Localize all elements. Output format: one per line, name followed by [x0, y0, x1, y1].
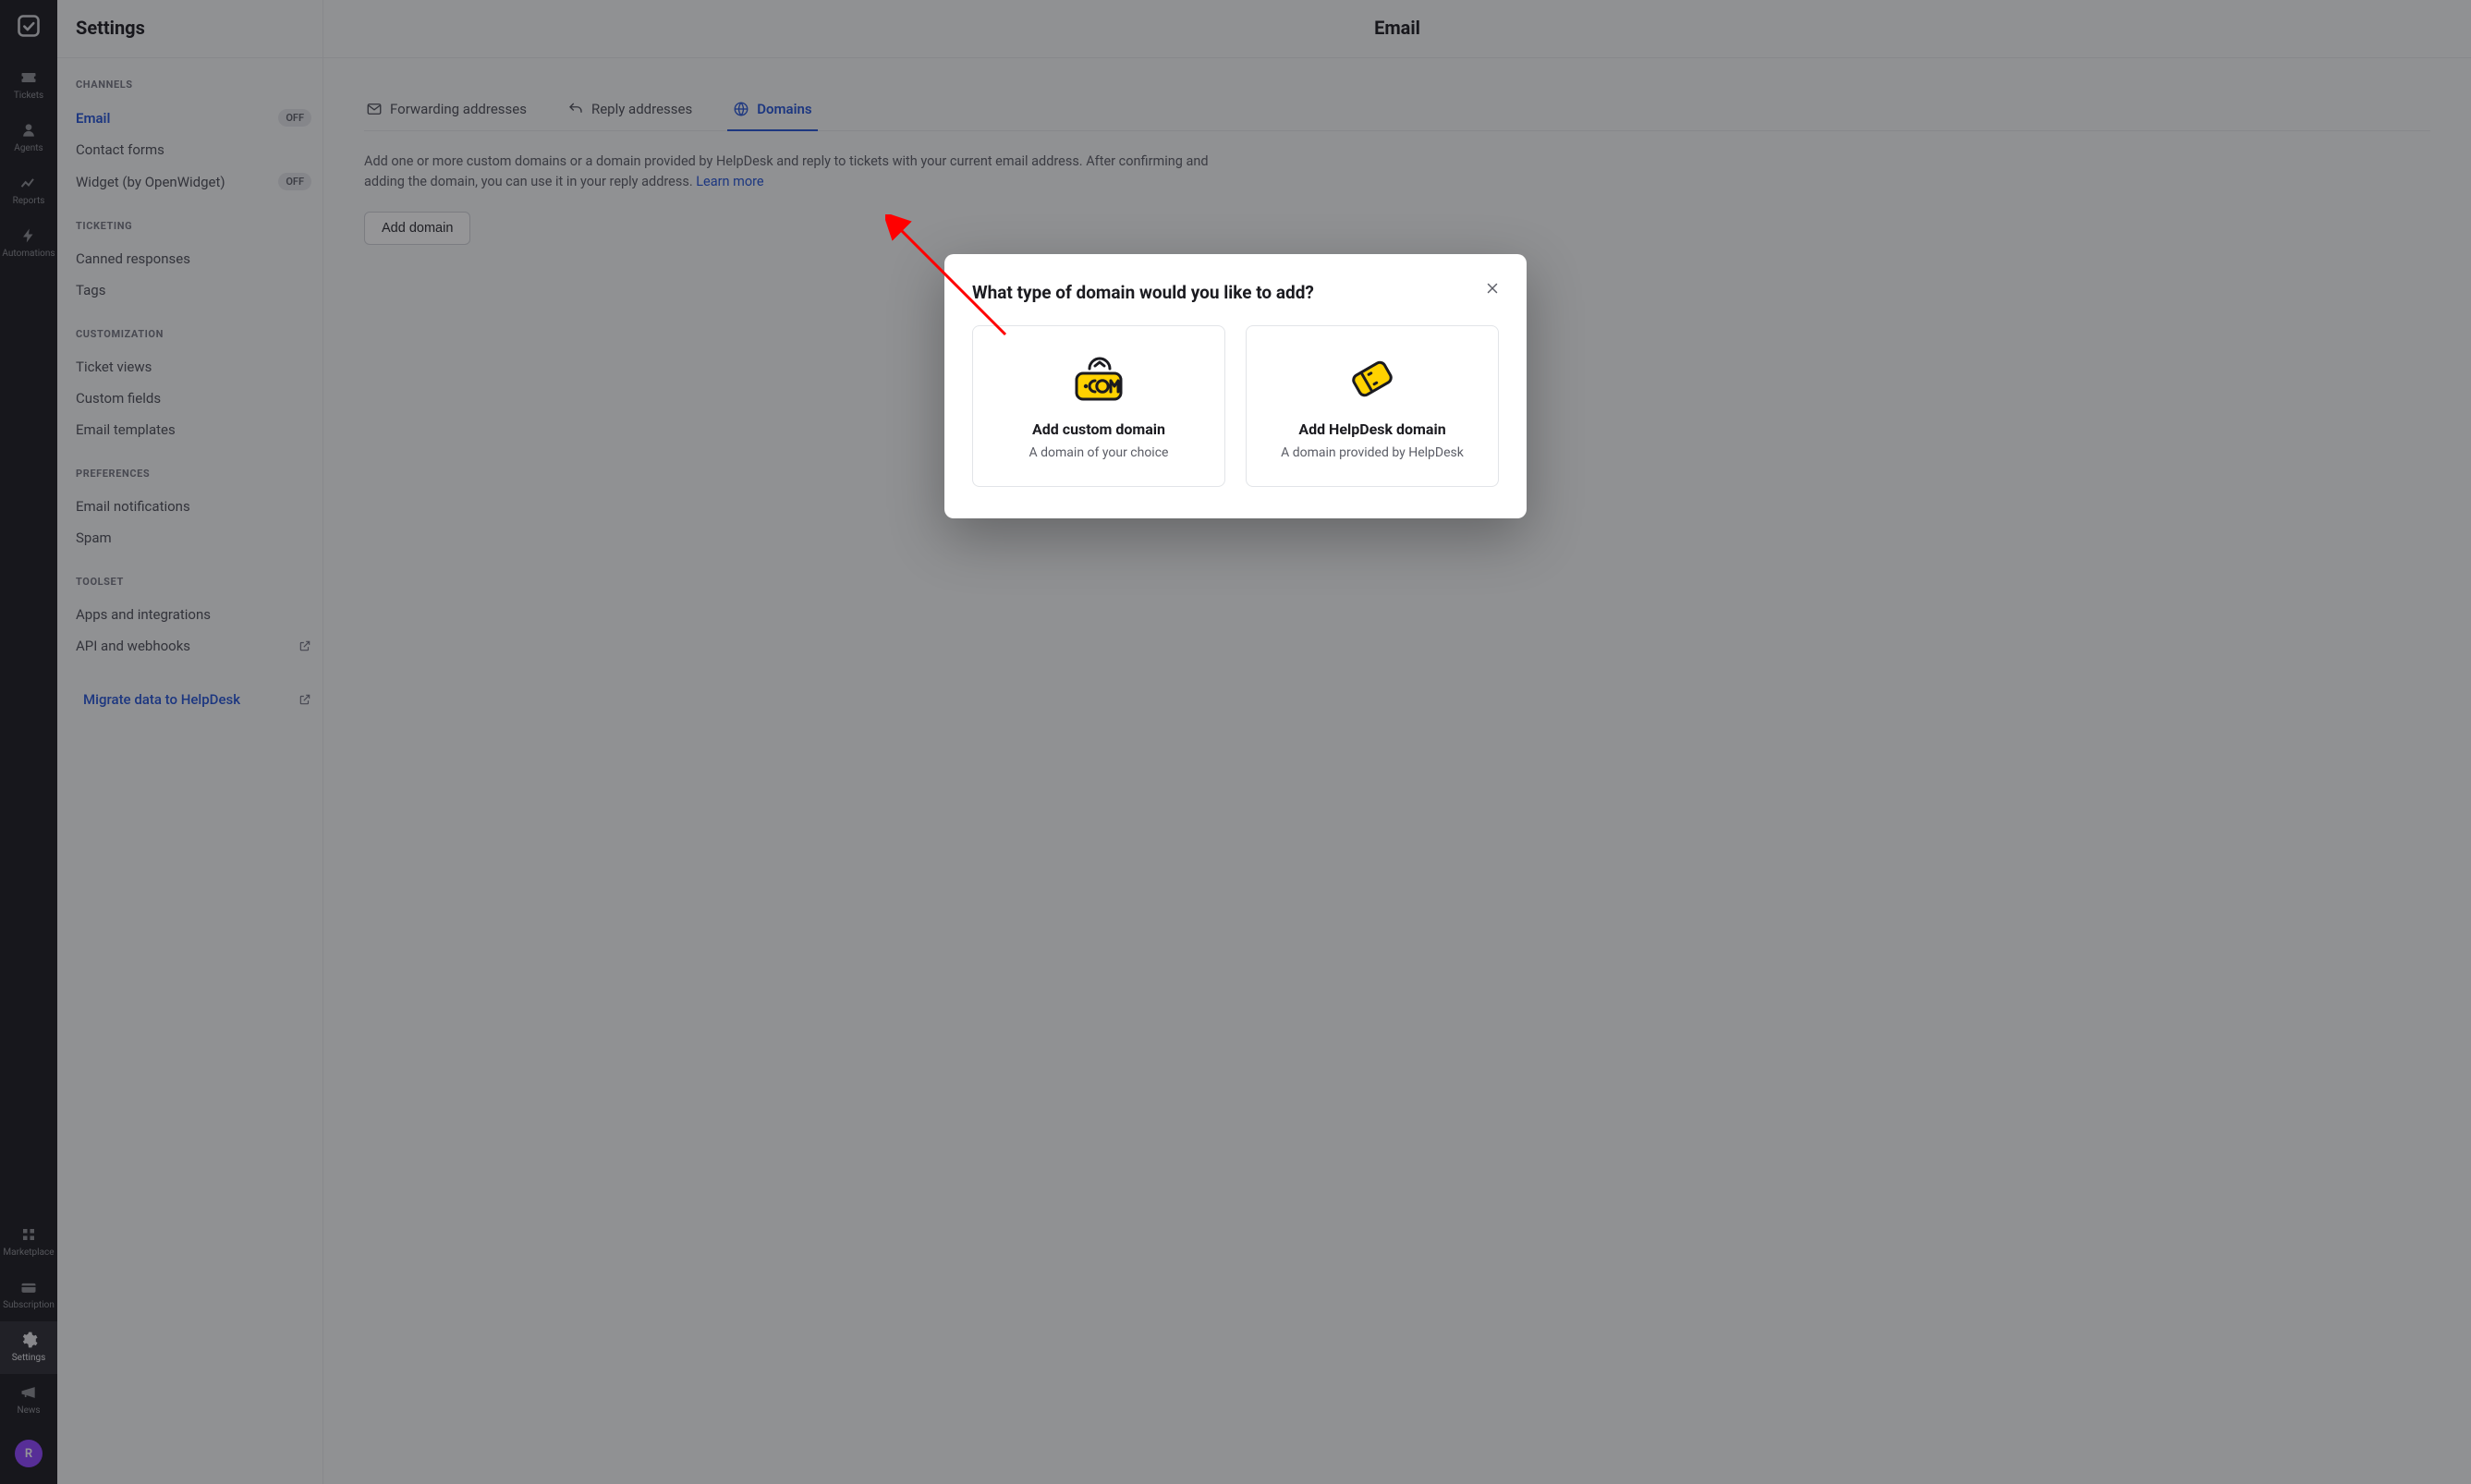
close-icon[interactable]: [1482, 278, 1503, 298]
option-title: Add HelpDesk domain: [1263, 420, 1481, 438]
option-subtitle: A domain provided by HelpDesk: [1263, 445, 1481, 460]
modal-title: What type of domain would you like to ad…: [972, 282, 1499, 303]
modal-overlay[interactable]: What type of domain would you like to ad…: [0, 0, 2471, 1484]
add-domain-modal: What type of domain would you like to ad…: [944, 254, 1527, 518]
option-custom-domain[interactable]: Add custom domain A domain of your choic…: [972, 325, 1225, 487]
custom-domain-icon: [990, 354, 1208, 404]
option-helpdesk-domain[interactable]: Add HelpDesk domain A domain provided by…: [1246, 325, 1499, 487]
option-title: Add custom domain: [990, 420, 1208, 438]
option-subtitle: A domain of your choice: [990, 445, 1208, 460]
helpdesk-domain-icon: [1263, 354, 1481, 404]
